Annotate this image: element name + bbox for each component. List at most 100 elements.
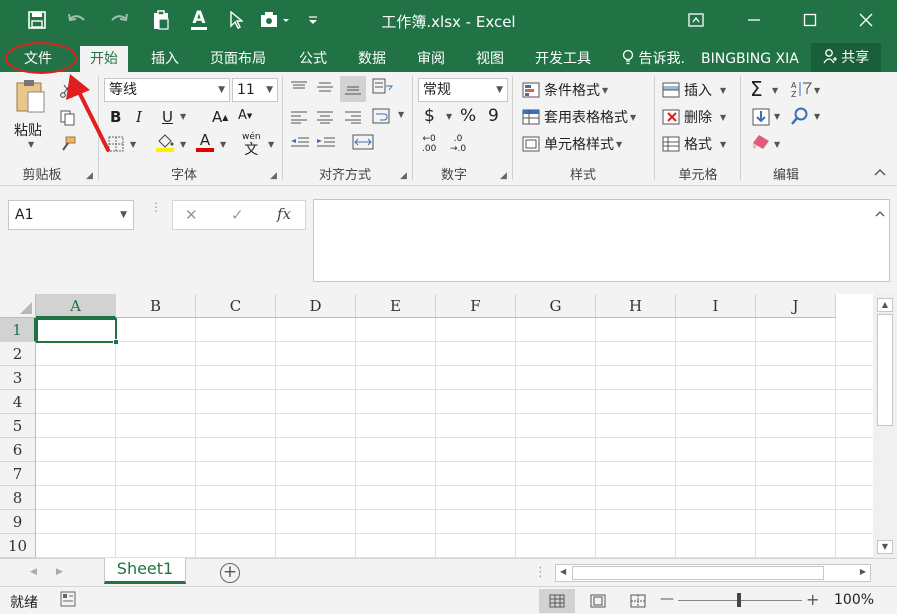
align-top-icon[interactable] bbox=[290, 80, 308, 94]
cell[interactable] bbox=[676, 438, 756, 462]
cell[interactable] bbox=[196, 390, 276, 414]
cell[interactable] bbox=[196, 486, 276, 510]
autosum-dropdown-icon[interactable]: ▼ bbox=[772, 86, 778, 95]
cell[interactable] bbox=[756, 462, 836, 486]
cell[interactable] bbox=[676, 486, 756, 510]
zoom-level[interactable]: 100% bbox=[834, 592, 874, 608]
conditional-formatting-button[interactable]: 条件格式 ▼ bbox=[522, 80, 608, 100]
vertical-scrollbar[interactable]: ▲ ▼ bbox=[873, 294, 897, 558]
alignment-launcher-icon[interactable]: ◢ bbox=[400, 171, 407, 181]
zoom-out-button[interactable]: — bbox=[660, 591, 674, 607]
cell[interactable] bbox=[516, 366, 596, 390]
column-header-a[interactable]: A bbox=[36, 294, 116, 318]
cell[interactable] bbox=[356, 462, 436, 486]
cell[interactable] bbox=[676, 366, 756, 390]
cell[interactable] bbox=[756, 366, 836, 390]
paste-dropdown-icon[interactable]: ▼ bbox=[28, 140, 34, 149]
align-bottom-icon[interactable] bbox=[340, 76, 366, 102]
column-header-f[interactable]: F bbox=[436, 294, 516, 318]
tab-split-handle-icon[interactable]: ⋮ bbox=[534, 565, 547, 580]
find-select-dropdown-icon[interactable]: ▼ bbox=[814, 112, 820, 121]
cell[interactable] bbox=[756, 342, 836, 366]
row-header-5[interactable]: 5 bbox=[0, 414, 36, 438]
cell[interactable] bbox=[516, 534, 596, 558]
cell[interactable] bbox=[276, 318, 356, 342]
column-header-j[interactable]: J bbox=[756, 294, 836, 318]
cell[interactable] bbox=[116, 390, 196, 414]
tab-developer[interactable]: 开发工具 bbox=[525, 46, 601, 72]
select-all-button[interactable] bbox=[0, 294, 36, 318]
currency-dropdown-icon[interactable]: ▼ bbox=[446, 112, 452, 121]
orientation-icon[interactable] bbox=[372, 78, 394, 96]
paste-button[interactable]: 粘贴 bbox=[14, 120, 42, 140]
collapse-formula-icon[interactable] bbox=[875, 206, 885, 221]
cell[interactable] bbox=[196, 414, 276, 438]
cell[interactable] bbox=[436, 414, 516, 438]
wrap-text-icon[interactable] bbox=[372, 108, 390, 124]
copy-icon[interactable] bbox=[60, 110, 75, 126]
cell[interactable] bbox=[596, 390, 676, 414]
fill-dropdown-icon[interactable]: ▼ bbox=[774, 112, 780, 121]
cell[interactable] bbox=[596, 366, 676, 390]
cell[interactable] bbox=[356, 486, 436, 510]
row-header-6[interactable]: 6 bbox=[0, 438, 36, 462]
cell[interactable] bbox=[516, 510, 596, 534]
cell[interactable] bbox=[516, 414, 596, 438]
cell[interactable] bbox=[196, 510, 276, 534]
cell[interactable] bbox=[756, 318, 836, 342]
cell[interactable] bbox=[436, 390, 516, 414]
comma-style-button[interactable]: 9 bbox=[488, 106, 499, 126]
cell[interactable] bbox=[356, 510, 436, 534]
sheet-tab-sheet1[interactable]: Sheet1 bbox=[104, 558, 186, 584]
align-right-icon[interactable] bbox=[344, 110, 362, 124]
tab-view[interactable]: 视图 bbox=[466, 46, 514, 72]
cell[interactable] bbox=[36, 414, 116, 438]
fill-color-button[interactable] bbox=[156, 134, 174, 152]
cell[interactable] bbox=[436, 534, 516, 558]
drag-handle-icon[interactable]: ⋮ bbox=[150, 201, 162, 222]
cell[interactable] bbox=[596, 342, 676, 366]
column-header-h[interactable]: H bbox=[596, 294, 676, 318]
cell[interactable] bbox=[676, 342, 756, 366]
horizontal-scrollbar[interactable]: ◀ ▶ bbox=[555, 564, 871, 582]
font-color-button[interactable]: A bbox=[196, 132, 214, 152]
clear-icon[interactable] bbox=[752, 134, 772, 150]
fill-color-dropdown-icon[interactable]: ▼ bbox=[180, 140, 186, 149]
fill-icon[interactable] bbox=[752, 108, 770, 126]
row-header-10[interactable]: 10 bbox=[0, 534, 36, 558]
cell[interactable] bbox=[356, 414, 436, 438]
cell[interactable] bbox=[196, 366, 276, 390]
clipboard-launcher-icon[interactable]: ◢ bbox=[86, 171, 93, 181]
column-header-c[interactable]: C bbox=[196, 294, 276, 318]
normal-view-button[interactable] bbox=[539, 589, 575, 613]
cell[interactable] bbox=[676, 462, 756, 486]
cell[interactable] bbox=[36, 390, 116, 414]
active-cell[interactable] bbox=[36, 318, 119, 345]
tab-home[interactable]: 开始 bbox=[80, 46, 128, 72]
row-header-1[interactable]: 1 bbox=[0, 318, 36, 342]
cell[interactable] bbox=[116, 486, 196, 510]
sort-filter-icon[interactable]: AZ bbox=[790, 80, 814, 98]
cell[interactable] bbox=[676, 510, 756, 534]
row-header-9[interactable]: 9 bbox=[0, 510, 36, 534]
row-header-8[interactable]: 8 bbox=[0, 486, 36, 510]
cell[interactable] bbox=[276, 534, 356, 558]
cell[interactable] bbox=[116, 462, 196, 486]
font-launcher-icon[interactable]: ◢ bbox=[270, 171, 277, 181]
cell[interactable] bbox=[676, 318, 756, 342]
cell[interactable] bbox=[36, 462, 116, 486]
cell[interactable] bbox=[36, 534, 116, 558]
increase-decimal-button[interactable]: ←0 .00 bbox=[422, 134, 436, 154]
cell[interactable] bbox=[356, 534, 436, 558]
cell[interactable] bbox=[596, 534, 676, 558]
column-header-g[interactable]: G bbox=[516, 294, 596, 318]
font-size-select[interactable]: 11 ▼ bbox=[232, 78, 278, 102]
grow-font-button[interactable]: A ▲ bbox=[212, 108, 228, 126]
tell-me-box[interactable]: 告诉我. bbox=[622, 46, 685, 72]
cell[interactable] bbox=[516, 390, 596, 414]
minimize-button[interactable] bbox=[734, 6, 774, 34]
page-break-view-button[interactable] bbox=[620, 589, 656, 613]
scroll-up-icon[interactable]: ▲ bbox=[877, 298, 893, 312]
column-header-e[interactable]: E bbox=[356, 294, 436, 318]
user-name[interactable]: BINGBING XIA bbox=[701, 46, 799, 72]
